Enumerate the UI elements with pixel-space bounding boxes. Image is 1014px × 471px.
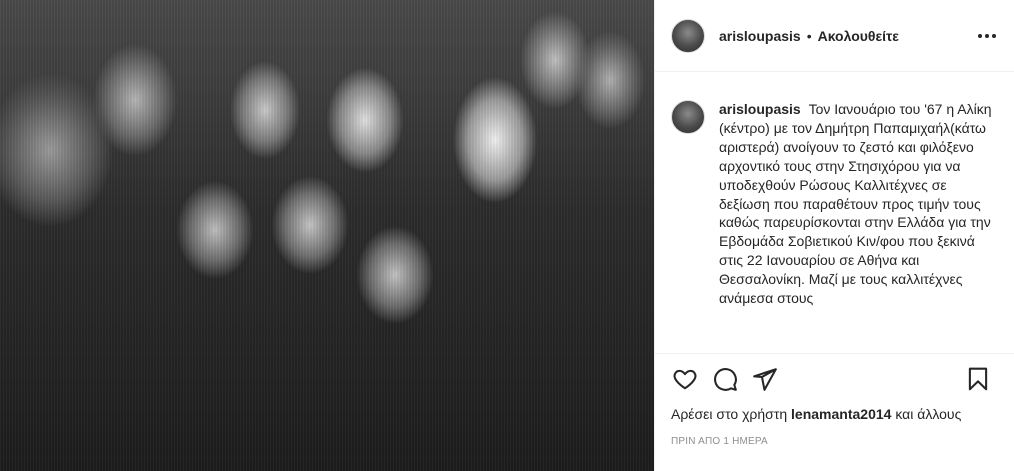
follow-status-button[interactable]: Ακολουθείτε bbox=[818, 28, 899, 44]
post-sidebar: arisloupasis • Ακολουθείτε arisloupasis … bbox=[654, 0, 1014, 471]
share-icon[interactable] bbox=[751, 365, 779, 393]
post-header: arisloupasis • Ακολουθείτε bbox=[655, 0, 1014, 72]
action-bar bbox=[655, 354, 1014, 404]
post-timestamp[interactable]: ΠΡΙΝ ΑΠΟ 1 ΗΜΕΡΑ bbox=[655, 436, 1014, 447]
caption-username[interactable]: arisloupasis bbox=[719, 101, 801, 117]
post-photo[interactable] bbox=[0, 0, 654, 471]
caption-text: Τον Ιανουάριο του '67 η Αλίκη (κέντρο) μ… bbox=[719, 101, 992, 307]
likes-prefix: Αρέσει στο χρήστη bbox=[671, 406, 792, 422]
heart-icon[interactable] bbox=[671, 365, 699, 393]
header-username[interactable]: arisloupasis bbox=[719, 28, 801, 44]
instagram-post: arisloupasis • Ακολουθείτε arisloupasis … bbox=[0, 0, 1014, 471]
comment-icon[interactable] bbox=[711, 365, 739, 393]
header-separator: • bbox=[806, 27, 812, 44]
caption-avatar[interactable] bbox=[671, 100, 705, 134]
avatar[interactable] bbox=[671, 18, 705, 53]
photo-grain-overlay bbox=[0, 0, 654, 471]
likes-suffix[interactable]: και άλλους bbox=[891, 406, 961, 422]
more-options-icon[interactable] bbox=[976, 26, 998, 46]
caption: arisloupasis Τον Ιανουάριο του '67 η Αλί… bbox=[719, 100, 998, 360]
post-footer: Αρέσει στο χρήστη lenamanta2014 και άλλο… bbox=[655, 353, 1014, 447]
likes-line: Αρέσει στο χρήστη lenamanta2014 και άλλο… bbox=[655, 405, 1014, 423]
likes-user-link[interactable]: lenamanta2014 bbox=[791, 406, 891, 422]
bookmark-icon[interactable] bbox=[964, 365, 992, 393]
comments-area[interactable]: arisloupasis Τον Ιανουάριο του '67 η Αλί… bbox=[655, 72, 1014, 360]
